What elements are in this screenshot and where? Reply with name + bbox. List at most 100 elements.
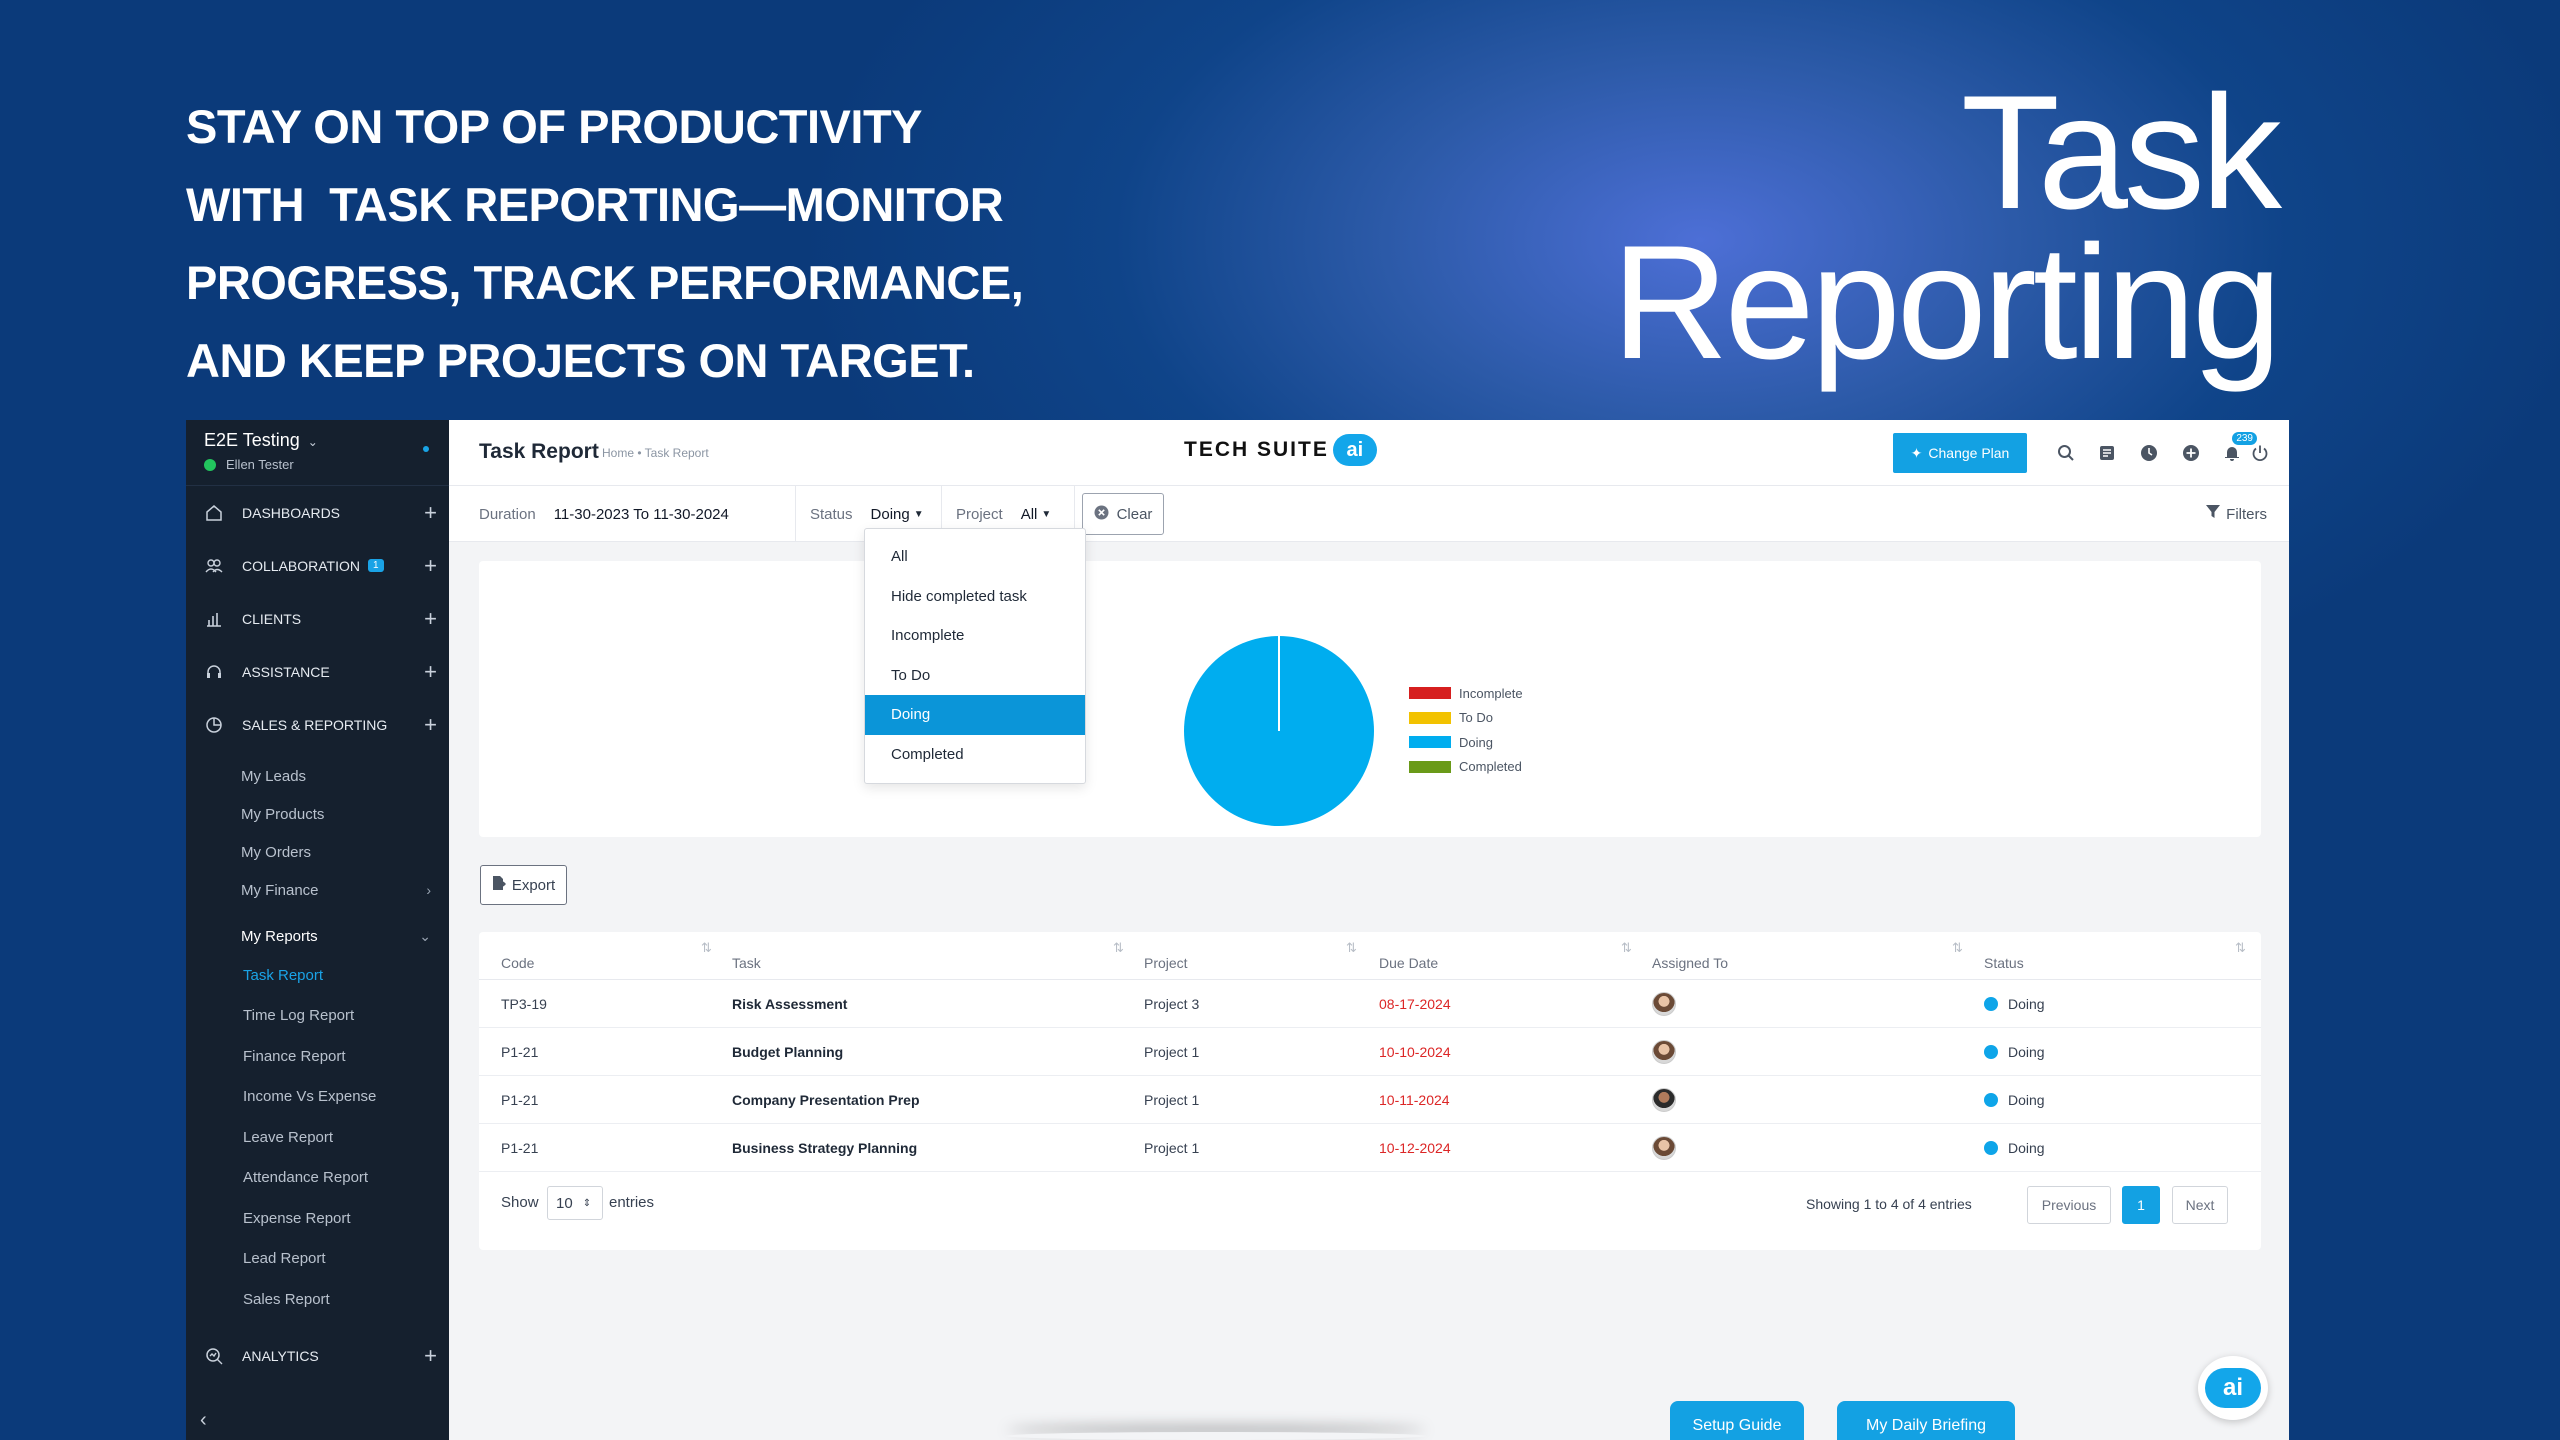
sidebar-item-income-vs-expense[interactable]: Income Vs Expense [186,1077,449,1118]
add-circle-icon[interactable] [2178,440,2204,466]
power-icon[interactable] [2247,440,2273,466]
status-option-todo[interactable]: To Do [865,656,1085,696]
change-plan-button[interactable]: ✦ Change Plan [1893,433,2027,473]
status-option-doing[interactable]: Doing [865,695,1085,735]
clock-icon[interactable] [2136,440,2162,466]
nav-collaboration[interactable]: COLLABORATION 1 + [186,539,449,592]
hero-line: AND KEEP PROJECTS ON TARGET. [186,334,975,387]
nav-label: SALES & REPORTING [242,716,388,733]
cell-due-date: 10-11-2024 [1379,1092,1450,1108]
sort-icon[interactable]: ⇅ [2235,940,2246,956]
page-size-select[interactable]: 10 ⇕ [547,1186,603,1220]
column-header-project[interactable]: Project [1144,932,1188,980]
pie-chart-icon [204,715,224,735]
ai-assistant-button[interactable]: ai [2198,1356,2268,1420]
sidebar-item-finance-report[interactable]: Finance Report [186,1036,449,1077]
cell-task[interactable]: Risk Assessment [732,980,847,1028]
sort-icon[interactable]: ⇅ [1621,940,1632,956]
avatar[interactable] [1652,1136,1676,1160]
plus-icon[interactable]: + [424,712,437,738]
bell-icon[interactable]: 239 [2219,432,2257,466]
nav-dashboards[interactable]: DASHBOARDS + [186,486,449,539]
column-header-code[interactable]: Code [501,932,534,980]
status-select[interactable]: Doing [871,506,910,523]
column-header-assigned-to[interactable]: Assigned To [1652,932,1728,980]
hero-line: WITH TASK REPORTING—MONITOR [186,178,1004,231]
nav-assistance[interactable]: ASSISTANCE + [186,645,449,698]
plus-icon[interactable]: + [424,500,437,526]
column-header-task[interactable]: Task [732,932,761,980]
sort-icon[interactable]: ⇅ [1113,940,1124,956]
cell-task[interactable]: Company Presentation Prep [732,1076,920,1124]
workspace-switcher[interactable]: E2E Testing ⌄ Ellen Tester [186,420,449,486]
page-1-button[interactable]: 1 [2122,1186,2160,1224]
table-row[interactable]: P1-21 Business Strategy Planning Project… [479,1124,2261,1172]
sidebar-item-my-orders[interactable]: My Orders [186,833,449,871]
legend-label: Doing [1459,734,1493,750]
breadcrumb[interactable]: Home • Task Report [602,446,709,460]
plus-icon[interactable]: + [424,606,437,632]
cell-project: Project 3 [1144,996,1200,1012]
cell-assigned-to [1652,1124,1676,1172]
cell-project: Project 1 [1144,1044,1200,1060]
daily-briefing-button[interactable]: My Daily Briefing [1837,1401,2015,1440]
legend-item[interactable]: Doing [1409,730,1523,755]
nav-clients[interactable]: CLIENTS + [186,592,449,645]
cell-task[interactable]: Business Strategy Planning [732,1124,917,1172]
export-button[interactable]: Export [480,865,567,905]
sidebar-item-expense-report[interactable]: Expense Report [186,1198,449,1239]
notes-icon[interactable] [2094,440,2120,466]
plus-icon[interactable]: + [424,1343,437,1369]
sort-icon[interactable]: ⇅ [1952,940,1963,956]
column-header-due-date[interactable]: Due Date [1379,932,1438,980]
setup-guide-button[interactable]: Setup Guide [1670,1401,1804,1440]
table-row[interactable]: P1-21 Budget Planning Project 1 10-10-20… [479,1028,2261,1076]
column-label: Assigned To [1652,955,1729,971]
project-label: Project [956,505,1003,523]
avatar[interactable] [1652,1088,1676,1112]
sidebar-item-attendance-report[interactable]: Attendance Report [186,1158,449,1199]
sidebar-item-time-log-report[interactable]: Time Log Report [186,996,449,1037]
sort-icon[interactable]: ⇅ [701,940,712,956]
legend-item[interactable]: Completed [1409,755,1523,780]
sidebar-item-leave-report[interactable]: Leave Report [186,1117,449,1158]
status-chart-card: Incomplete To Do Doing Completed [479,561,2261,837]
caret-down-icon: ▼ [1041,508,1052,520]
nav-sales-reporting[interactable]: SALES & REPORTING + [186,698,449,751]
filters-button[interactable]: Filters [2206,486,2267,542]
status-option-incomplete[interactable]: Incomplete [865,616,1085,656]
nav-analytics[interactable]: ANALYTICS + [186,1330,449,1383]
updown-icon: ⇕ [582,1197,592,1209]
previous-page-button[interactable]: Previous [2027,1186,2111,1224]
cell-task[interactable]: Budget Planning [732,1028,843,1076]
legend-item[interactable]: To Do [1409,706,1523,731]
avatar[interactable] [1652,992,1676,1016]
clear-button[interactable]: Clear [1082,493,1164,535]
table-row[interactable]: TP3-19 Risk Assessment Project 3 08-17-2… [479,980,2261,1028]
avatar[interactable] [1652,1040,1676,1064]
search-icon[interactable] [2053,440,2079,466]
plus-icon[interactable]: + [424,659,437,685]
status-option-completed[interactable]: Completed [865,735,1085,775]
status-option-all[interactable]: All [865,537,1085,577]
next-page-button[interactable]: Next [2172,1186,2228,1224]
project-select[interactable]: All [1021,506,1038,523]
clear-label: Clear [1116,505,1153,523]
plus-icon[interactable]: + [424,553,437,579]
duration-filter[interactable]: Duration 11-30-2023 To 11-30-2024 [479,486,729,542]
sidebar-item-sales-report[interactable]: Sales Report [186,1279,449,1320]
table-row[interactable]: P1-21 Company Presentation Prep Project … [479,1076,2261,1124]
sidebar-item-lead-report[interactable]: Lead Report [186,1239,449,1280]
duration-label: Duration [479,505,536,523]
sidebar-item-my-finance[interactable]: My Finance › [186,871,449,909]
sidebar-item-my-reports[interactable]: My Reports ⌄ [186,917,449,955]
nav-label: DASHBOARDS [242,504,341,521]
sort-icon[interactable]: ⇅ [1346,940,1357,956]
sidebar-item-my-leads[interactable]: My Leads [186,757,449,795]
status-option-hide-completed[interactable]: Hide completed task [865,577,1085,617]
sidebar-item-my-products[interactable]: My Products [186,795,449,833]
sidebar-item-task-report[interactable]: Task Report [186,955,449,996]
column-header-status[interactable]: Status [1984,932,2024,980]
collapse-sidebar-icon[interactable]: ‹ [200,1409,207,1432]
legend-item[interactable]: Incomplete [1409,681,1523,706]
